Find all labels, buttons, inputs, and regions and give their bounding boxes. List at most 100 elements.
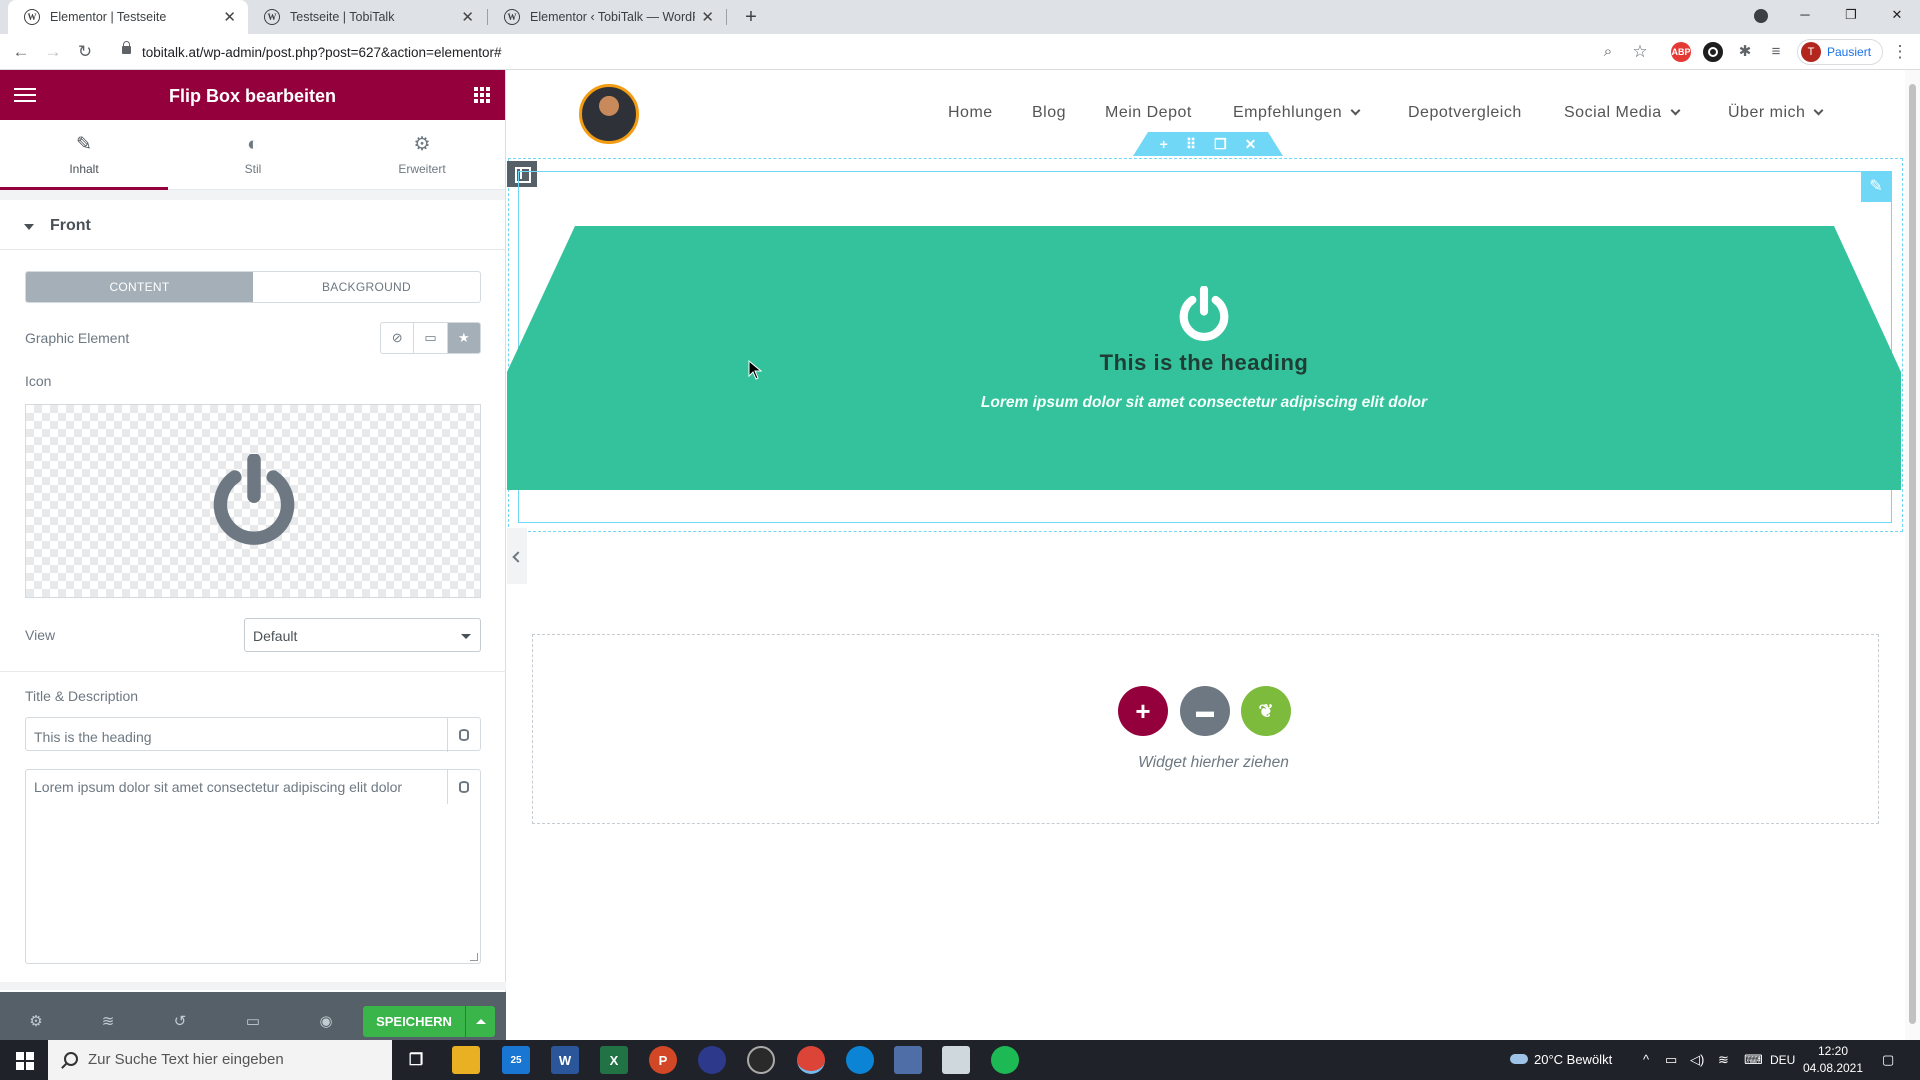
- duplicate-icon[interactable]: ❐: [1214, 136, 1227, 153]
- add-section-plus-icon[interactable]: +: [1160, 136, 1168, 152]
- new-tab-button[interactable]: +: [738, 4, 764, 30]
- image-option-icon[interactable]: ▭: [414, 323, 448, 353]
- edit-widget-pencil-icon[interactable]: ✎: [1861, 172, 1891, 202]
- history-icon[interactable]: ↺: [170, 1012, 190, 1032]
- edge-icon[interactable]: [846, 1046, 874, 1074]
- notepad-icon[interactable]: [942, 1046, 970, 1074]
- spotify-icon[interactable]: [991, 1046, 1019, 1074]
- delete-x-icon[interactable]: ✕: [1245, 136, 1257, 153]
- site-logo-avatar[interactable]: [579, 84, 639, 144]
- close-icon[interactable]: ✕: [461, 8, 474, 26]
- flip-box-widget[interactable]: This is the heading Lorem ipsum dolor si…: [507, 226, 1901, 490]
- address-bar[interactable]: tobitalk.at/wp-admin/post.php?post=627&a…: [112, 38, 1612, 66]
- tray-overflow-chevron-up-icon[interactable]: ^: [1643, 1040, 1649, 1080]
- browser-tab-testseite-tobitalk[interactable]: W Testseite | TobiTalk ✕: [248, 0, 486, 34]
- grammarly-icon[interactable]: [1703, 42, 1723, 62]
- responsive-mode-icon[interactable]: ▭: [243, 1012, 263, 1032]
- collapse-panel-chevron-left-icon[interactable]: [507, 528, 527, 584]
- browser-menu-icon[interactable]: ⋮: [1888, 40, 1912, 64]
- tab-background[interactable]: BACKGROUND: [253, 272, 480, 302]
- none-option-ban-icon[interactable]: ⊘: [381, 323, 415, 353]
- section-title: Front: [50, 217, 91, 234]
- cloud-icon: [1510, 1054, 1528, 1064]
- extensions-puzzle-icon[interactable]: ✱: [1733, 40, 1757, 64]
- panel-tabs: ✎ Inhalt ◐ Stil ⚙ Erweitert: [0, 120, 505, 190]
- back-button[interactable]: ←: [9, 40, 33, 64]
- mail-icon[interactable]: 25: [502, 1046, 530, 1074]
- nav-item-social-media[interactable]: Social Media: [1564, 104, 1681, 122]
- navigator-layers-icon[interactable]: ≋: [98, 1012, 118, 1032]
- zoom-icon[interactable]: ⌕: [1596, 40, 1620, 64]
- add-section-plus-button[interactable]: +: [1118, 686, 1168, 736]
- nav-item-ueber-mich[interactable]: Über mich: [1728, 104, 1824, 122]
- taskbar-search-box[interactable]: Zur Suche Text hier eingeben: [48, 1040, 392, 1080]
- page-preview: Home Blog Mein Depot Empfehlungen Depotv…: [507, 70, 1920, 1040]
- bookmark-star-icon[interactable]: ☆: [1628, 40, 1652, 64]
- browser-tab-elementor-testseite[interactable]: W Elementor | Testseite ✕: [8, 0, 248, 34]
- obs-icon[interactable]: [747, 1046, 775, 1074]
- tab-content[interactable]: CONTENT: [26, 272, 253, 302]
- file-explorer-icon[interactable]: [452, 1046, 480, 1074]
- language-indicator[interactable]: DEU: [1770, 1040, 1795, 1080]
- envato-leaf-button[interactable]: ❦: [1241, 686, 1291, 736]
- wifi-icon[interactable]: ≋: [1718, 1040, 1729, 1080]
- system-clock[interactable]: 12:20 04.08.2021: [1800, 1043, 1866, 1077]
- reload-button[interactable]: ↻: [73, 40, 97, 64]
- network-icon[interactable]: ▭: [1665, 1040, 1677, 1080]
- save-button[interactable]: SPEICHERN: [363, 1006, 465, 1037]
- keyboard-icon[interactable]: ⌨: [1744, 1040, 1763, 1080]
- nav-item-blog[interactable]: Blog: [1032, 104, 1066, 122]
- close-icon[interactable]: ✕: [223, 8, 236, 26]
- save-options-chevron-up-icon[interactable]: [466, 1006, 495, 1037]
- pencil-icon: ✎: [76, 134, 92, 155]
- close-icon[interactable]: ✕: [701, 8, 714, 26]
- preview-scrollbar[interactable]: [1905, 70, 1920, 1040]
- description-textarea[interactable]: Lorem ipsum dolor sit amet consectetur a…: [25, 769, 481, 964]
- title-input[interactable]: This is the heading: [25, 717, 481, 752]
- tab-stil[interactable]: ◐ Stil: [169, 120, 337, 190]
- chrome-icon[interactable]: [797, 1046, 825, 1074]
- tab-search-button[interactable]: [1738, 0, 1784, 30]
- nav-item-empfehlungen[interactable]: Empfehlungen: [1233, 104, 1361, 122]
- clock-time: 12:20: [1817, 1044, 1849, 1058]
- minimize-button[interactable]: ─: [1782, 0, 1828, 30]
- dynamic-tags-database-icon[interactable]: [447, 718, 480, 752]
- nav-item-depotvergleich[interactable]: Depotvergleich: [1408, 104, 1522, 122]
- tab-inhalt[interactable]: ✎ Inhalt: [0, 120, 168, 190]
- excel-icon[interactable]: X: [600, 1046, 628, 1074]
- add-template-folder-button[interactable]: ▬: [1180, 686, 1230, 736]
- dynamic-tags-database-icon[interactable]: [447, 770, 480, 804]
- tab-erweitert[interactable]: ⚙ Erweitert: [338, 120, 506, 190]
- drag-handle-icon[interactable]: ⠿: [1186, 136, 1196, 153]
- icon-picker-preview[interactable]: [25, 404, 481, 598]
- widgets-grid-icon[interactable]: [474, 87, 490, 103]
- forward-button[interactable]: →: [41, 40, 65, 64]
- app-icon[interactable]: [894, 1046, 922, 1074]
- chevron-down-icon: [1670, 105, 1681, 116]
- word-icon[interactable]: W: [551, 1046, 579, 1074]
- preview-eye-icon[interactable]: ◉: [316, 1012, 336, 1032]
- browser-tab-elementor-wordpress[interactable]: W Elementor ‹ TobiTalk — WordPre ✕: [488, 0, 726, 34]
- notifications-icon[interactable]: ▢: [1882, 1040, 1894, 1080]
- browser-tab-strip: W Elementor | Testseite ✕ W Testseite | …: [0, 0, 1920, 34]
- windows-taskbar: Zur Suche Text hier eingeben ❐ 25 W X P …: [0, 1040, 1920, 1080]
- view-select[interactable]: Default: [244, 618, 481, 652]
- windows-start-button[interactable]: [0, 1040, 48, 1080]
- powerpoint-icon[interactable]: P: [649, 1046, 677, 1074]
- profile-button[interactable]: T Pausiert: [1797, 39, 1883, 65]
- section-front-toggle[interactable]: Front: [0, 200, 505, 250]
- weather-widget[interactable]: 20°C Bewölkt: [1510, 1040, 1612, 1080]
- nav-item-home[interactable]: Home: [948, 104, 993, 122]
- app-icon[interactable]: [698, 1046, 726, 1074]
- reading-list-icon[interactable]: ≡: [1764, 40, 1788, 64]
- task-view-icon[interactable]: ❐: [402, 1046, 430, 1074]
- window-close-button[interactable]: ✕: [1874, 0, 1920, 30]
- settings-gear-icon[interactable]: ⚙: [26, 1012, 46, 1032]
- maximize-button[interactable]: ❐: [1828, 0, 1874, 30]
- icon-option-star-icon[interactable]: ★: [447, 323, 480, 353]
- adblock-plus-icon[interactable]: ABP: [1671, 42, 1691, 62]
- scrollbar-thumb[interactable]: [1909, 84, 1916, 1024]
- volume-icon[interactable]: ◁): [1690, 1040, 1704, 1080]
- resize-handle[interactable]: [470, 953, 478, 961]
- nav-item-mein-depot[interactable]: Mein Depot: [1105, 104, 1192, 122]
